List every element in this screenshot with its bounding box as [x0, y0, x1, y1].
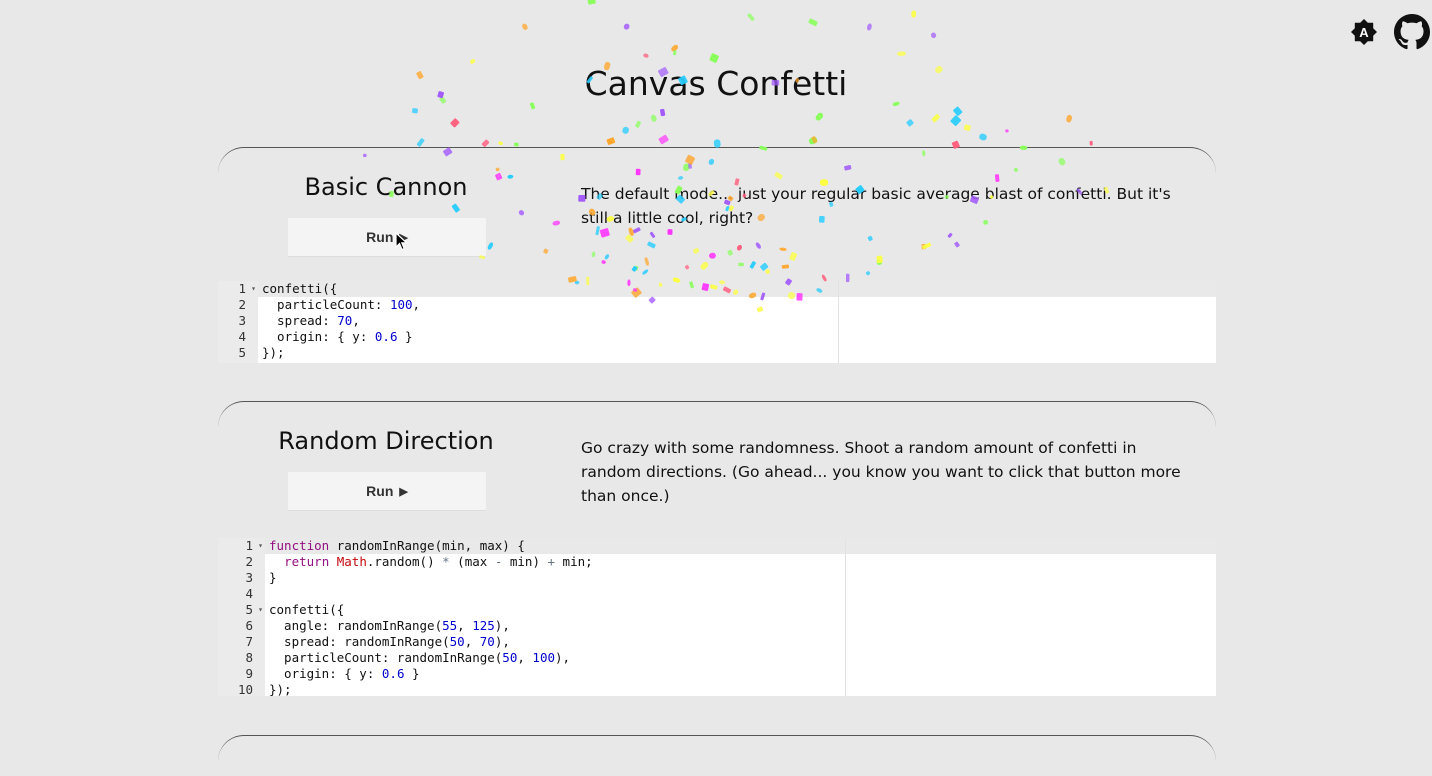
- confetti-particle: [1005, 129, 1009, 133]
- confetti-particle: [498, 141, 503, 146]
- confetti-particle: [709, 53, 719, 63]
- fold-icon[interactable]: ▾: [258, 538, 263, 554]
- confetti-particle: [866, 23, 872, 31]
- line-number: 8: [245, 650, 253, 665]
- code-line: confetti({: [262, 281, 338, 296]
- run-button[interactable]: Run ▶: [288, 472, 486, 510]
- confetti-particle: [815, 112, 824, 121]
- confetti-particle: [623, 23, 630, 30]
- github-icon: [1394, 14, 1430, 50]
- header-actions: A: [1344, 12, 1432, 52]
- confetti-particle: [635, 120, 642, 128]
- confetti-particle: [897, 51, 906, 56]
- confetti-particle: [963, 124, 971, 131]
- section-random-direction: Random Direction Run ▶ Go crazy with som…: [218, 401, 1216, 698]
- svg-text:A: A: [1359, 25, 1369, 40]
- confetti-particle: [953, 106, 963, 116]
- confetti-particle: [671, 44, 679, 52]
- run-label: Run: [366, 229, 394, 245]
- line-number: 7: [245, 634, 253, 649]
- confetti-particle: [906, 119, 914, 127]
- confetti-particle: [931, 113, 940, 123]
- code-editor[interactable]: 1 ▾ 2 3 4 5 confetti({ particleCount: 100…: [218, 281, 1216, 363]
- confetti-particle: [587, 0, 596, 5]
- line-number: 10: [237, 682, 253, 697]
- confetti-particle: [673, 50, 677, 56]
- theme-toggle-button[interactable]: A: [1344, 12, 1384, 52]
- section-title: Basic Cannon: [304, 173, 468, 201]
- code-line: });: [262, 345, 285, 360]
- line-number: 5 ▾: [245, 602, 263, 618]
- section-basic-cannon: Basic Cannon Run ▶ The default mode... j…: [218, 147, 1216, 363]
- play-icon: ▶: [399, 485, 408, 498]
- confetti-particle: [747, 13, 755, 21]
- code-line: });: [269, 682, 292, 697]
- print-margin: [838, 281, 839, 363]
- code-editor[interactable]: 1 ▾ 2 3 4 5 ▾ 6 7 8 9 10 function randomIn…: [218, 538, 1216, 698]
- section-title: Random Direction: [278, 427, 494, 455]
- confetti-particle: [450, 118, 460, 128]
- github-link[interactable]: [1392, 12, 1432, 52]
- confetti-particle: [412, 108, 418, 114]
- run-label: Run: [366, 483, 394, 499]
- confetti-particle: [1089, 140, 1093, 146]
- print-margin: [845, 538, 846, 696]
- confetti-particle: [622, 126, 629, 134]
- code-content[interactable]: confetti({ particleCount: 100, spread: 7…: [262, 281, 420, 361]
- line-number: 3: [238, 313, 246, 328]
- line-number: 4: [245, 586, 253, 601]
- code-line: spread: randomInRange(50, 70),: [269, 634, 510, 649]
- confetti-particle: [930, 32, 937, 39]
- line-number: 9: [245, 666, 253, 681]
- code-line: particleCount: 100,: [262, 297, 421, 312]
- code-line: spread: 70,: [262, 313, 360, 328]
- line-number: 2: [238, 297, 246, 312]
- fold-icon[interactable]: ▾: [258, 602, 263, 618]
- confetti-particle: [950, 115, 962, 126]
- confetti-particle: [643, 53, 649, 58]
- line-number: 4: [238, 329, 246, 344]
- line-number: 1 ▾: [238, 281, 256, 297]
- confetti-particle: [979, 133, 987, 141]
- confetti-particle: [650, 114, 657, 122]
- confetti-particle: [658, 134, 669, 145]
- run-button[interactable]: Run ▶: [288, 218, 486, 256]
- play-icon: ▶: [399, 231, 408, 244]
- confetti-particle: [606, 137, 616, 145]
- code-line: angle: randomInRange(55, 125),: [269, 618, 510, 633]
- confetti-particle: [522, 23, 528, 30]
- line-number: 2: [245, 554, 253, 569]
- code-line: origin: { y: 0.6 }: [269, 666, 420, 681]
- confetti-particle: [808, 137, 818, 145]
- code-line: particleCount: randomInRange(50, 100),: [269, 650, 571, 665]
- line-number: 1 ▾: [245, 538, 263, 554]
- code-line: }: [269, 570, 277, 585]
- confetti-particle: [416, 138, 425, 147]
- line-number-gutter: 1 ▾ 2 3 4 5 ▾ 6 7 8 9 10: [218, 538, 265, 697]
- code-content[interactable]: function randomInRange(min, max) { retur…: [269, 538, 593, 698]
- line-number: 3: [245, 570, 253, 585]
- section-next: [218, 735, 1216, 776]
- section-description: Go crazy with some randomness. Shoot a r…: [581, 439, 1181, 505]
- confetti-particle: [808, 18, 818, 27]
- confetti-particle: [529, 102, 536, 110]
- fold-icon[interactable]: ▾: [251, 281, 256, 297]
- confetti-particle: [911, 10, 917, 18]
- section-description: The default mode... just your regular ba…: [581, 185, 1171, 227]
- line-number: 6: [245, 618, 253, 633]
- code-line: return Math.random() * (max - min) + min…: [284, 554, 593, 569]
- line-number-gutter: 1 ▾ 2 3 4 5: [218, 281, 258, 363]
- confetti-particle: [1066, 114, 1073, 123]
- line-number: 5: [238, 345, 246, 360]
- code-line: origin: { y: 0.6 }: [262, 329, 413, 344]
- confetti-particle: [659, 108, 666, 117]
- confetti-particle: [811, 136, 818, 144]
- code-line: function randomInRange(min, max) {: [269, 538, 525, 553]
- code-line: confetti({: [269, 602, 345, 617]
- page-title: Canvas Confetti: [584, 64, 848, 103]
- theme-toggle-icon: A: [1351, 19, 1377, 45]
